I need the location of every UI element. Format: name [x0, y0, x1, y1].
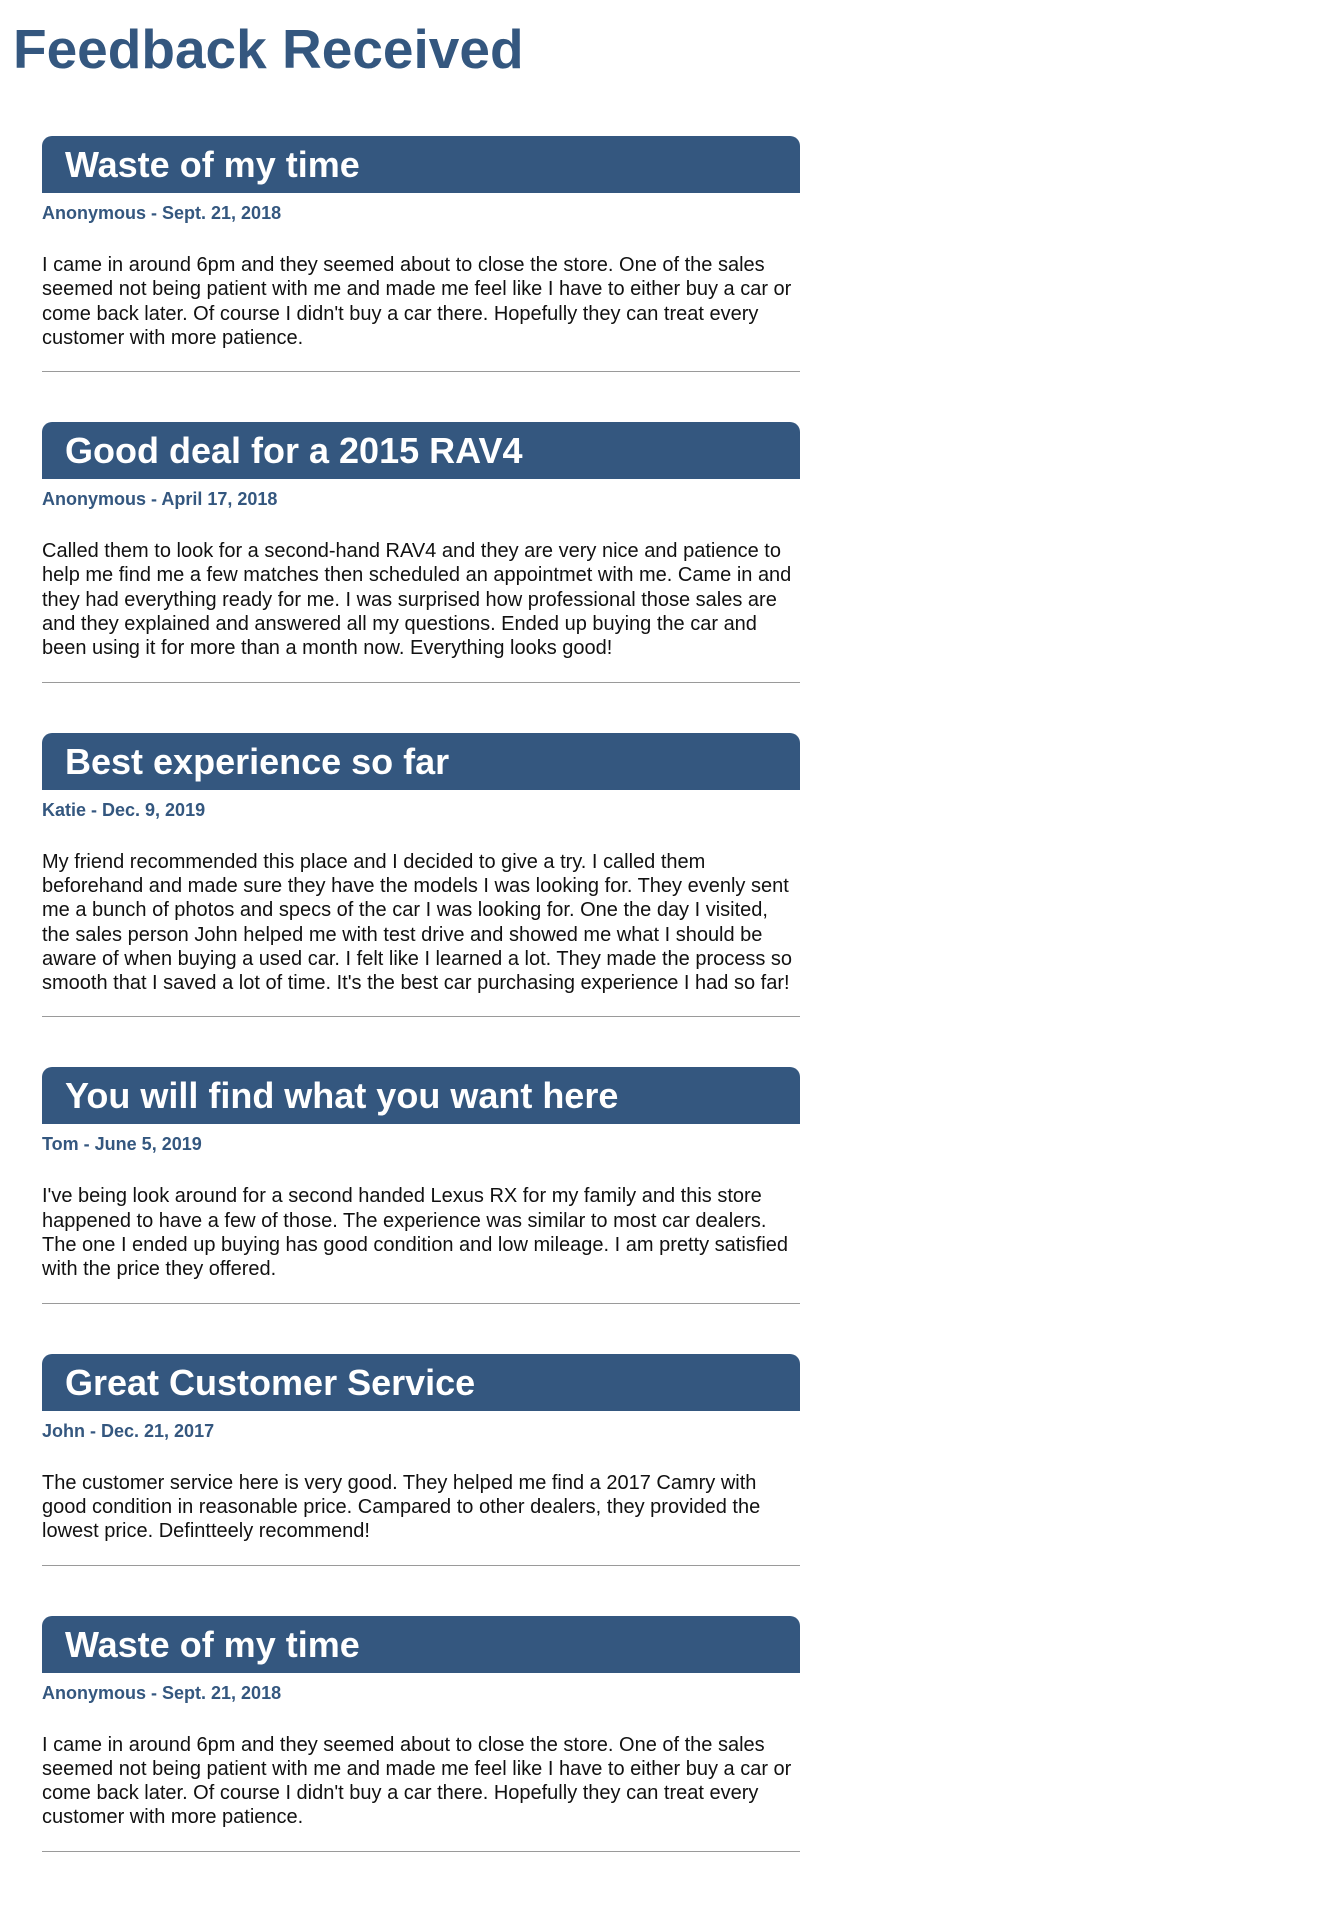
feedback-title: Good deal for a 2015 RAV4	[42, 422, 800, 480]
feedback-entry: Good deal for a 2015 RAV4 Anonymous - Ap…	[42, 422, 800, 683]
feedback-title: Best experience so far	[42, 732, 800, 790]
divider	[42, 1302, 800, 1304]
feedback-author: Anonymous	[42, 489, 147, 510]
feedback-entry: Waste of my time Anonymous - Sept. 21, 2…	[42, 1615, 800, 1852]
feedback-author: Anonymous	[42, 203, 147, 223]
feedback-author: John	[42, 1420, 85, 1441]
feedback-list: Waste of my time Anonymous - Sept. 21, 2…	[42, 136, 800, 1902]
divider	[42, 1016, 800, 1018]
feedback-body: I came in around 6pm and they seemed abo…	[42, 1733, 792, 1829]
meta-separator: -	[78, 1134, 95, 1155]
meta-separator: -	[146, 1682, 163, 1703]
feedback-date: June 5, 2019	[94, 1134, 202, 1155]
feedback-date: Dec. 9, 2019	[102, 799, 206, 820]
feedback-entry: Waste of my time Anonymous - Sept. 21, 2…	[42, 136, 800, 373]
divider	[42, 681, 800, 683]
feedback-date: Sept. 21, 2018	[162, 1682, 282, 1703]
meta-separator: -	[85, 1420, 101, 1441]
feedback-author: Anonymous	[42, 1682, 147, 1703]
feedback-meta: Anonymous - April 17, 2018	[42, 487, 800, 511]
divider	[42, 371, 800, 373]
feedback-body: I've being look around for a second hand…	[42, 1185, 789, 1281]
meta-separator: -	[86, 799, 103, 820]
feedback-title: Waste of my time	[42, 136, 800, 193]
feedback-entry: You will find what you want here Tom - J…	[42, 1067, 800, 1304]
feedback-title: Waste of my time	[42, 1615, 800, 1673]
feedback-entry: Great Customer Service John - Dec. 21, 2…	[42, 1353, 800, 1566]
feedback-body: Called them to look for a second-hand RA…	[42, 540, 792, 660]
feedback-title: Great Customer Service	[42, 1353, 800, 1411]
feedback-date: Dec. 21, 2017	[101, 1420, 215, 1441]
feedback-body: The customer service here is very good. …	[42, 1471, 761, 1543]
feedback-meta: Anonymous - Sept. 21, 2018	[42, 1681, 800, 1705]
feedback-meta: Anonymous - Sept. 21, 2018	[42, 201, 800, 225]
feedback-author: Katie	[42, 799, 87, 820]
divider	[42, 1850, 800, 1852]
page-title: Feedback Received	[13, 18, 524, 80]
feedback-entry: Best experience so far Katie - Dec. 9, 2…	[42, 732, 800, 1018]
meta-separator: -	[146, 489, 162, 510]
feedback-meta: John - Dec. 21, 2017	[42, 1419, 800, 1443]
feedback-body: My friend recommended this place and I d…	[42, 850, 793, 995]
meta-separator: -	[146, 203, 163, 223]
divider	[42, 1564, 800, 1566]
feedback-date: April 17, 2018	[161, 489, 278, 510]
feedback-meta: Katie - Dec. 9, 2019	[42, 798, 800, 822]
feedback-author: Tom	[42, 1134, 79, 1155]
feedback-meta: Tom - June 5, 2019	[42, 1132, 800, 1156]
feedback-title: You will find what you want here	[42, 1067, 800, 1125]
feedback-body: I came in around 6pm and they seemed abo…	[42, 254, 792, 349]
feedback-date: Sept. 21, 2018	[162, 203, 282, 223]
